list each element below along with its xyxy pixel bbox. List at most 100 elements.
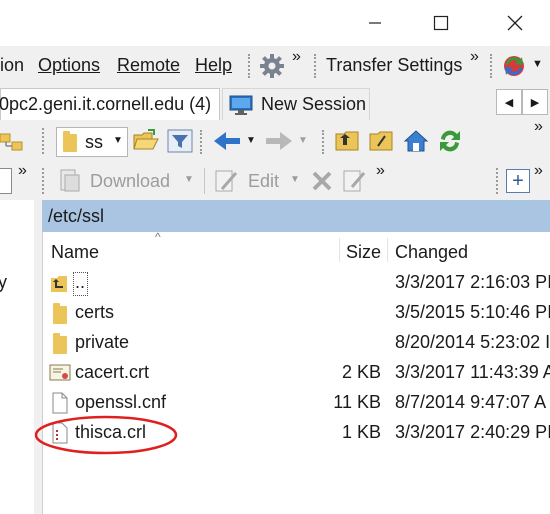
title-bar [0,0,550,46]
folder-icon [63,131,77,152]
tree-view-button[interactable] [0,128,26,154]
tab-new-session-label: New Session [261,94,367,114]
arrow-left-icon: ◀ [504,96,514,109]
file-icon [52,392,68,414]
remote-path-label: /etc/ssl [48,206,105,226]
file-size: 2 KB [341,362,381,382]
download-icon-button[interactable] [56,167,84,195]
table-row[interactable]: .. 3/3/2017 2:16:03 PI [43,268,550,298]
close-button[interactable] [492,0,538,46]
toolbar-grip [42,128,48,154]
file-size: 1 KB [341,422,381,442]
column-header-row: ^ Name Size Changed [43,230,550,268]
parent-directory-button[interactable] [334,127,362,155]
tabs-scroll-right-button[interactable]: ▶ [522,89,548,115]
folder-tree-icon [0,133,23,151]
toolbar-grip [322,130,328,154]
maximize-icon [433,15,449,31]
table-row[interactable]: private 8/20/2014 5:23:02 I [43,328,550,358]
arrow-right-icon: ▶ [530,96,540,109]
tab-new-session[interactable]: New Session [222,88,370,120]
file-name: certs [75,302,115,322]
toolbar-grip [248,54,254,78]
file-changed: 3/3/2017 2:16:03 PI [395,272,550,292]
sync-dropdown-arrow[interactable]: ▼ [532,58,543,70]
tab-session-label: 0pc2.geni.it.cornell.edu (4) [0,94,212,114]
forward-arrow-icon [266,132,292,150]
rename-button[interactable] [340,167,368,195]
table-row[interactable]: certs 3/5/2015 5:10:46 PI [43,298,550,328]
table-row[interactable]: cacert.crt 2 KB 3/3/2017 11:43:39 A [43,358,550,388]
certificate-icon [49,364,71,381]
column-divider[interactable] [387,238,388,262]
menu-item-session[interactable]: ion [0,55,24,76]
toolbar2-overflow-chevron[interactable]: » [376,162,385,180]
sort-ascending-icon: ^ [155,230,161,244]
file-actions-toolbar: » Download ▼ Edit ▼ » + » [0,162,550,200]
new-button[interactable]: + [506,169,530,193]
edit-icon-button[interactable] [212,167,240,195]
sync-browsing-icon [504,56,524,76]
home-directory-button[interactable] [402,127,430,155]
gear-icon [260,54,284,78]
rename-icon [343,170,366,192]
download-button[interactable]: Download [90,171,170,192]
file-changed: 8/20/2014 5:23:02 I [395,332,550,352]
menu-item-remote[interactable]: Remote [117,55,180,76]
local-toolbar-overflow-chevron[interactable]: » [18,162,27,180]
edit-dropdown-arrow[interactable]: ▼ [290,174,300,185]
column-header-name[interactable]: Name [51,242,99,263]
panel-splitter[interactable] [34,200,42,514]
toolbar1-overflow-chevron[interactable]: » [534,118,543,136]
preferences-button[interactable] [258,52,286,80]
file-changed: 3/3/2017 2:40:29 PI [395,422,550,442]
menu-item-help[interactable]: Help [195,55,232,76]
remote-file-list: ^ Name Size Changed .. 3/3/2017 2:16:03 … [34,230,550,514]
maximize-button[interactable] [418,0,464,46]
toolbar-grip [490,54,496,78]
edit-button[interactable]: Edit [248,171,279,192]
filter-button[interactable] [166,127,194,155]
synchronize-button[interactable] [500,52,528,80]
file-changed: 8/7/2014 9:47:07 A [395,392,547,412]
open-folder-icon [133,129,159,150]
session-tab-bar: 0pc2.geni.it.cornell.edu (4) New Session… [0,86,550,121]
download-icon [60,169,80,192]
menu-overflow-chevron[interactable]: » [292,48,301,66]
forward-dropdown-arrow[interactable]: ▼ [298,135,308,146]
file-name: openssl.cnf [75,392,167,412]
root-directory-button[interactable] [368,127,396,155]
transfer-overflow-chevron[interactable]: » [470,48,479,66]
tabs-scroll-left-button[interactable]: ◀ [496,89,522,115]
tab-session[interactable]: 0pc2.geni.it.cornell.edu (4) [0,88,220,120]
transfer-settings-dropdown[interactable]: Transfer Settings [326,55,462,76]
chevron-down-icon: ▼ [113,135,123,146]
delete-x-icon [312,171,332,191]
open-directory-button[interactable] [132,127,160,155]
column-header-changed[interactable]: Changed [395,242,468,263]
file-name: cacert.crt [75,362,150,382]
file-size: 11 KB [333,392,381,412]
edit-pencil-icon [215,170,238,192]
delete-button[interactable] [310,169,334,193]
back-dropdown-arrow[interactable]: ▼ [246,135,256,146]
column-header-size[interactable]: Size [343,242,381,263]
download-dropdown-arrow[interactable]: ▼ [184,174,194,185]
refresh-button[interactable] [436,127,464,155]
minimize-button[interactable] [352,0,398,46]
filter-icon [167,129,193,153]
local-file-panel[interactable]: y [0,200,35,514]
back-button[interactable] [212,129,242,153]
menu-bar: ion Options Remote Help » Transfer Setti… [0,46,550,86]
parent-dir-icon [51,276,67,292]
menu-item-options[interactable]: Options [38,55,100,76]
local-toolbar-button[interactable] [0,168,12,194]
remote-path-value: ss [85,132,103,152]
forward-button[interactable] [264,129,294,153]
remote-path-dropdown[interactable]: ss ▼ [56,127,128,157]
highlight-ellipse [34,415,178,455]
toolbar2-right-overflow-chevron[interactable]: » [534,162,543,180]
column-divider[interactable] [339,238,340,262]
refresh-icon [440,130,460,152]
toolbar-grip [200,130,206,154]
